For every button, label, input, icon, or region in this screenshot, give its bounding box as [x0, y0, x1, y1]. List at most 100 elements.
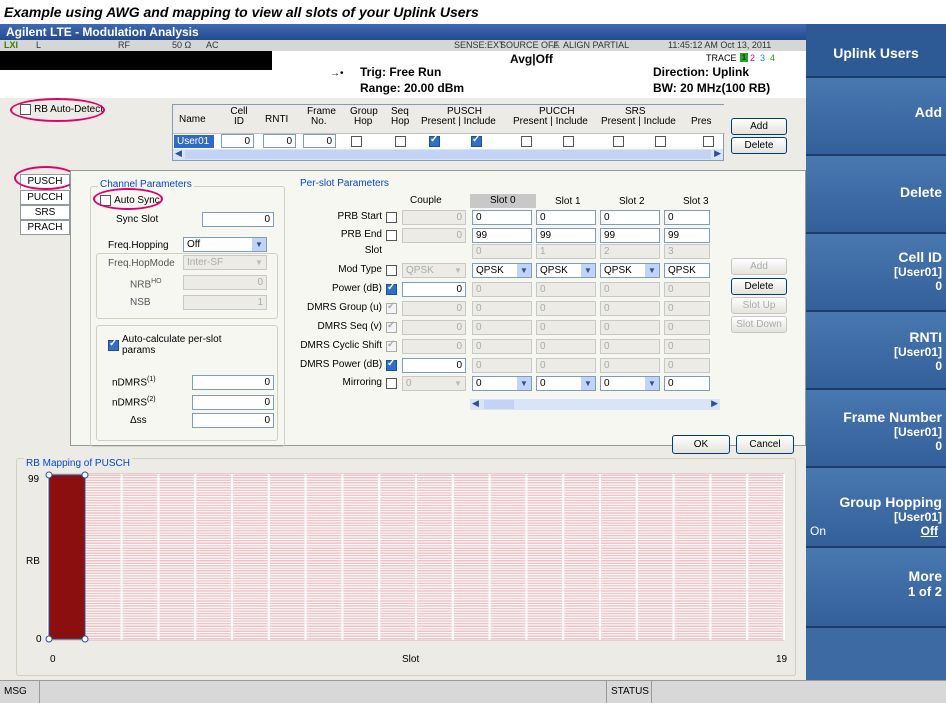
couple-value-field[interactable]: QPSK ▼ [402, 263, 466, 278]
row-cell-id[interactable]: 0 [221, 134, 254, 148]
nrb-field[interactable]: 0 [183, 275, 267, 290]
couple-checkbox[interactable] [386, 265, 397, 276]
slot-2-cell[interactable]: 0 ▼ [600, 376, 660, 391]
slot-2-cell[interactable]: 99 [600, 228, 660, 243]
couple-value-field[interactable]: 0 [402, 301, 466, 316]
softkey-cell-id[interactable]: Cell ID [User01] 0 [806, 234, 946, 312]
sync-slot-field[interactable]: 0 [202, 212, 274, 227]
slot-2-cell[interactable]: QPSK ▼ [600, 263, 660, 278]
couple-value-field[interactable]: 0 [402, 282, 466, 297]
tab-srs[interactable]: SRS [20, 205, 70, 220]
row-pucch-include-checkbox[interactable] [563, 136, 574, 147]
couple-checkbox[interactable] [386, 282, 397, 295]
block-handle[interactable] [45, 635, 53, 643]
softkey-frame-number[interactable]: Frame Number [User01] 0 [806, 390, 946, 468]
slot-0-cell[interactable]: 0 [472, 244, 532, 259]
slot-0-cell[interactable]: 0 [472, 320, 532, 335]
hop-mode-dropdown[interactable]: Inter-SF ▼ [183, 255, 267, 270]
user-add-button[interactable]: Add [731, 118, 787, 135]
scroll-thumb[interactable] [185, 150, 711, 159]
row-srs-include-checkbox[interactable] [655, 136, 666, 147]
row-pucch-present-checkbox[interactable] [521, 136, 532, 147]
ndmrs2-field[interactable]: 0 [192, 395, 274, 410]
block-handle[interactable] [45, 471, 53, 479]
slot-3-cell[interactable]: 0 [664, 339, 710, 354]
couple-value-field[interactable]: 0 ▼ [402, 376, 466, 391]
slot-2-cell[interactable]: 0 [600, 358, 660, 373]
slot-1-cell[interactable]: 0 [536, 210, 596, 225]
dss-field[interactable]: 0 [192, 413, 274, 428]
slot-add-button[interactable]: Add [731, 258, 787, 275]
ok-button[interactable]: OK [672, 435, 730, 454]
table-scrollbar[interactable]: ◀ ▶ [173, 148, 723, 160]
slot-1-cell[interactable]: 0 [536, 320, 596, 335]
slot-1-cell[interactable]: 1 [536, 244, 596, 259]
user-delete-button[interactable]: Delete [731, 137, 787, 154]
row-pres-checkbox[interactable] [703, 136, 714, 147]
couple-value-field[interactable]: 0 [402, 228, 466, 243]
slot-3-cell[interactable]: 99 [664, 228, 710, 243]
slot-3-cell[interactable]: 0 [664, 210, 710, 225]
slot-down-button[interactable]: Slot Down [731, 316, 787, 333]
block-handle[interactable] [81, 471, 89, 479]
scroll-right-icon[interactable]: ▶ [714, 148, 721, 159]
cancel-button[interactable]: Cancel [736, 435, 794, 454]
table-row[interactable]: User01 0 0 0 [173, 134, 725, 149]
couple-checkbox[interactable] [386, 378, 397, 389]
slot-up-button[interactable]: Slot Up [731, 297, 787, 314]
slot-1-cell[interactable]: 0 [536, 358, 596, 373]
slot-1-cell[interactable]: 0 [536, 339, 596, 354]
slot-3-cell[interactable]: 0 [664, 301, 710, 316]
slot-0-cell[interactable]: 0 [472, 358, 532, 373]
scroll-left-icon[interactable]: ◀ [175, 148, 182, 159]
row-name[interactable]: User01 [174, 135, 214, 148]
slot-3-cell[interactable]: 0 [664, 320, 710, 335]
softkey-more[interactable]: More 1 of 2 [806, 548, 946, 628]
softkey-group-hop-toggle[interactable]: On Off [806, 524, 942, 538]
slot-0-cell[interactable]: 0 [472, 282, 532, 297]
couple-value-field[interactable]: 0 [402, 210, 466, 225]
slot-0-cell[interactable]: 99 [472, 228, 532, 243]
block-handle[interactable] [81, 635, 89, 643]
slot-2-cell[interactable]: 0 [600, 320, 660, 335]
row-seq-hop-checkbox[interactable] [395, 136, 406, 147]
slot-2-cell[interactable]: 0 [600, 301, 660, 316]
couple-checkbox[interactable] [386, 358, 397, 371]
slot-0-cell[interactable]: 0 [472, 301, 532, 316]
row-pusch-include-checkbox[interactable] [471, 134, 482, 147]
row-pusch-present-checkbox[interactable] [429, 134, 440, 147]
row-group-hop-checkbox[interactable] [351, 136, 362, 147]
couple-value-field[interactable]: 0 [402, 358, 466, 373]
toggle-off[interactable]: Off [921, 524, 938, 538]
row-frame[interactable]: 0 [303, 134, 336, 148]
couple-checkbox[interactable] [386, 301, 397, 314]
slot-scrollbar[interactable]: ◀ ▶ [470, 398, 720, 410]
scroll-right-icon[interactable]: ▶ [711, 398, 718, 409]
slot-1-cell[interactable]: 0 [536, 282, 596, 297]
tab-pucch[interactable]: PUCCH [20, 190, 70, 205]
row-srs-present-checkbox[interactable] [613, 136, 624, 147]
toggle-on[interactable]: On [810, 524, 826, 538]
slot-3-cell[interactable]: 0 [664, 358, 710, 373]
couple-checkbox[interactable] [386, 212, 397, 223]
slot-2-cell[interactable]: 0 [600, 282, 660, 297]
slot-2-cell[interactable]: 0 [600, 210, 660, 225]
couple-value-field[interactable]: 0 [402, 320, 466, 335]
freq-hopping-dropdown[interactable]: Off ▼ [183, 237, 267, 252]
couple-checkbox[interactable] [386, 230, 397, 241]
slot-2-cell[interactable]: 0 [600, 339, 660, 354]
softkey-rnti[interactable]: RNTI [User01] 0 [806, 312, 946, 390]
slot-3-cell[interactable]: 3 [664, 244, 710, 259]
slot-0-cell[interactable]: 0 [472, 339, 532, 354]
ndmrs1-field[interactable]: 0 [192, 375, 274, 390]
slot-0-cell[interactable]: 0 [472, 210, 532, 225]
slot-1-cell[interactable]: QPSK ▼ [536, 263, 596, 278]
autocalc-checkbox[interactable] [108, 338, 119, 351]
slot-1-cell[interactable]: 0 ▼ [536, 376, 596, 391]
softkey-add[interactable]: Add [806, 78, 946, 156]
slot-delete-button[interactable]: Delete [731, 278, 787, 295]
nsb-field[interactable]: 1 [183, 295, 267, 310]
couple-checkbox[interactable] [386, 339, 397, 352]
row-rnti[interactable]: 0 [263, 134, 296, 148]
slot-1-cell[interactable]: 99 [536, 228, 596, 243]
